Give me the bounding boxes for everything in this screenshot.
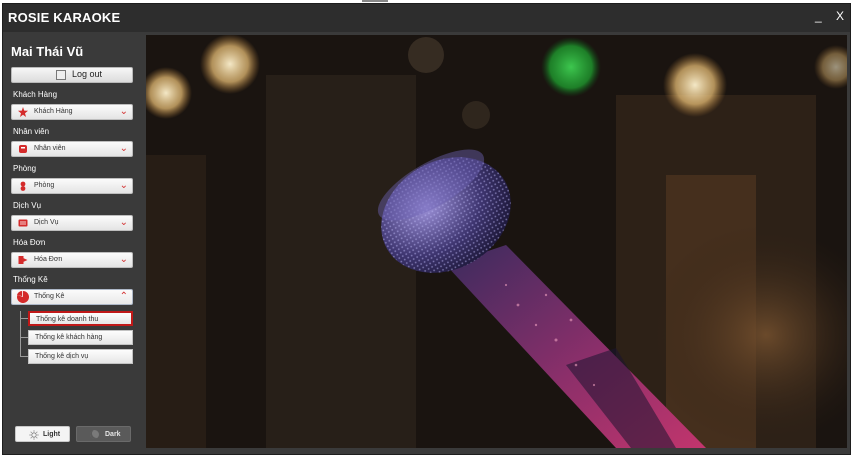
services-combo-label: Dịch Vụ xyxy=(34,219,59,226)
chevron-down-icon: ⌄ xyxy=(119,254,128,265)
chevron-down-icon: ⌄ xyxy=(119,143,128,154)
section-heading-customers: Khách Hàng xyxy=(13,90,58,99)
user-name: Mai Thái Vũ xyxy=(11,44,84,59)
invoices-combo-label: Hóa Đơn xyxy=(34,256,63,263)
submenu-revenue-statistics[interactable]: Thống kê doanh thu xyxy=(28,311,133,326)
light-theme-button[interactable]: Light xyxy=(15,426,70,442)
staff-combo-label: Nhân viên xyxy=(34,145,66,152)
section-heading-invoices: Hóa Đơn xyxy=(13,238,46,247)
minimize-button[interactable]: _ xyxy=(815,9,822,23)
staff-icon xyxy=(19,145,27,153)
logout-icon xyxy=(56,70,66,80)
sidebar: Mai Thái Vũ Log out Khách Hàng Khách Hàn… xyxy=(5,34,139,448)
statistics-combo[interactable]: Thống Kê ⌃ xyxy=(11,289,133,305)
submenu-customer-statistics[interactable]: Thống kê khách hàng xyxy=(28,330,133,345)
section-heading-staff: Nhân viên xyxy=(13,127,50,136)
customers-combo-label: Khách Hàng xyxy=(34,108,73,115)
section-heading-rooms: Phòng xyxy=(13,164,37,173)
submenu-revenue-label: Thống kê doanh thu xyxy=(36,316,99,323)
rooms-combo-label: Phòng xyxy=(34,182,55,189)
chevron-down-icon: ⌄ xyxy=(119,106,128,117)
microphone-photo xyxy=(146,35,847,448)
chevron-down-icon: ⌄ xyxy=(119,180,128,191)
section-heading-services: Dịch Vụ xyxy=(13,201,42,210)
chevron-up-icon: ⌃ xyxy=(119,291,128,302)
customer-icon xyxy=(18,107,28,117)
microphone-illustration xyxy=(146,35,847,448)
services-combo[interactable]: Dịch Vụ ⌄ xyxy=(11,215,133,231)
close-button[interactable]: X xyxy=(836,9,844,23)
staff-combo[interactable]: Nhân viên ⌄ xyxy=(11,141,133,157)
moon-icon xyxy=(90,430,99,439)
app-title: ROSIE KARAOKE xyxy=(8,10,121,25)
logout-button[interactable]: Log out xyxy=(11,67,133,83)
sun-icon xyxy=(29,430,39,440)
room-icon xyxy=(20,181,26,191)
submenu-customer-label: Thống kê khách hàng xyxy=(35,334,103,341)
logout-label: Log out xyxy=(72,69,103,79)
section-heading-statistics: Thống Kê xyxy=(13,275,48,284)
statistics-icon xyxy=(17,291,29,303)
service-icon xyxy=(18,219,28,227)
dark-theme-label: Dark xyxy=(105,431,121,438)
top-edge-marker xyxy=(362,0,388,2)
light-theme-label: Light xyxy=(43,431,61,438)
invoices-combo[interactable]: Hóa Đơn ⌄ xyxy=(11,252,133,268)
statistics-combo-label: Thống Kê xyxy=(34,293,65,300)
customers-combo[interactable]: Khách Hàng ⌄ xyxy=(11,104,133,120)
title-bar: ROSIE KARAOKE _ X xyxy=(3,4,850,32)
submenu-service-label: Thống kê dịch vụ xyxy=(35,353,89,360)
dark-theme-button[interactable]: Dark xyxy=(76,426,131,442)
invoice-icon xyxy=(18,256,28,264)
submenu-service-statistics[interactable]: Thống kê dịch vụ xyxy=(28,349,133,364)
rooms-combo[interactable]: Phòng ⌄ xyxy=(11,178,133,194)
chevron-down-icon: ⌄ xyxy=(119,217,128,228)
